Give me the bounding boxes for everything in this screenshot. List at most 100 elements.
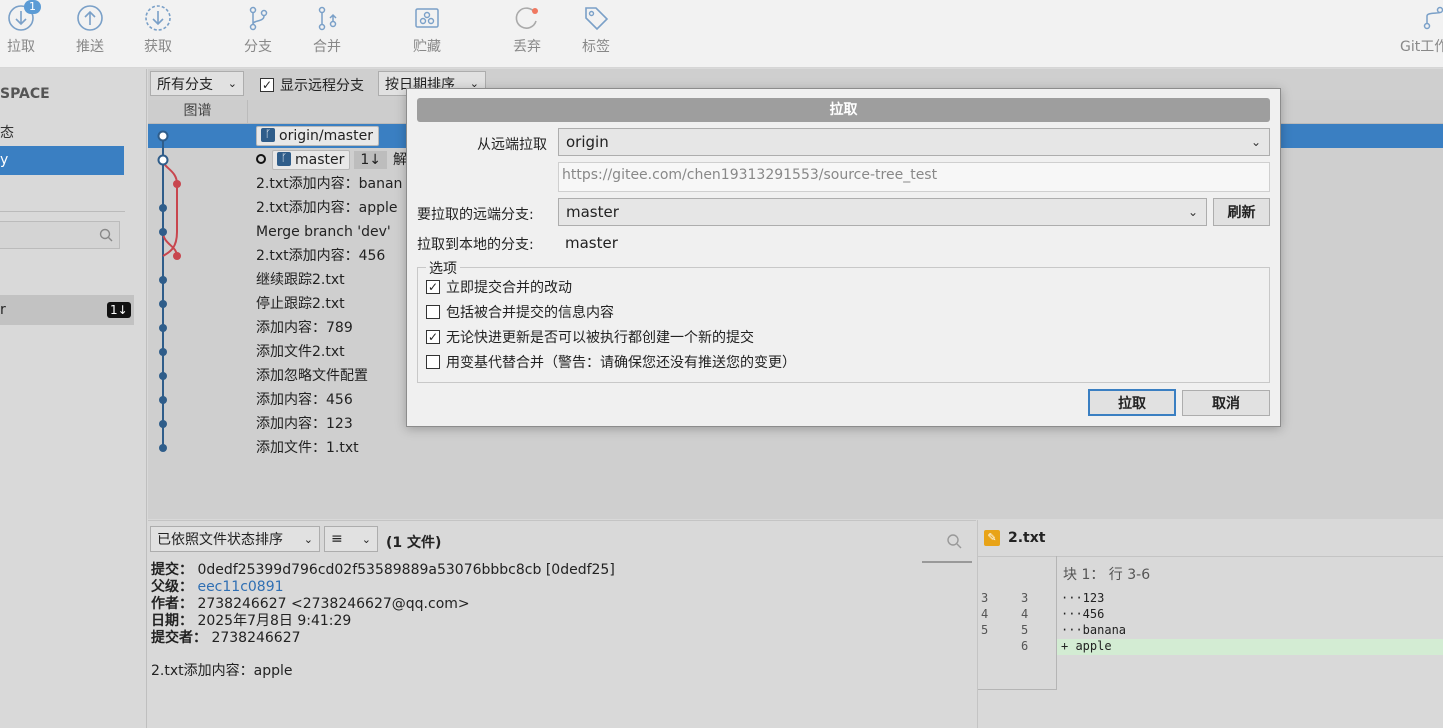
sidebar-item-selected[interactable]: y	[0, 146, 124, 175]
sidebar-item-status[interactable]: 态	[0, 122, 14, 142]
checkbox-unchecked-icon	[426, 355, 440, 369]
diff-line-text: ···456	[1061, 607, 1105, 621]
options-title: 选项	[426, 258, 460, 278]
date-label: 日期：	[151, 613, 193, 629]
commit-message: 继续跟踪2.txt	[256, 272, 345, 288]
parent-link[interactable]: eec11c0891	[197, 579, 283, 595]
stash-icon	[415, 8, 439, 28]
remote-select[interactable]: origin ⌄	[558, 128, 1270, 156]
graph-column-title: 图谱	[148, 100, 248, 123]
remote-behind-badge: 1↓	[107, 302, 131, 318]
diff-divider	[978, 556, 1443, 557]
diff-lines: 3 3 ···123 4 4 ···456 5 5 ···banana 6 + apple	[981, 590, 1281, 654]
pull-badge: 1	[24, 0, 41, 14]
old-line-number: 4	[981, 607, 989, 621]
remote-label: 从远端拉取	[477, 137, 547, 153]
ref-tag-origin-master: origin/master	[256, 126, 379, 146]
tag-icon	[585, 7, 609, 31]
option-no-fast-forward[interactable]: ✓ 无论快进更新是否可以被执行都创建一个新的提交	[426, 327, 754, 347]
remote-branch-value: master	[566, 203, 619, 221]
search-icon[interactable]	[946, 533, 962, 549]
tag-label: 标签	[582, 39, 610, 55]
push-button[interactable]: 推送	[70, 0, 110, 68]
option-include-messages[interactable]: 包括被合并提交的信息内容	[426, 302, 614, 322]
author-value: 2738246627 <2738246627@qq.com>	[197, 596, 470, 612]
old-line-number: 5	[981, 623, 989, 637]
chevron-down-icon: ⌄	[1250, 135, 1261, 149]
discard-icon	[515, 7, 538, 29]
sidebar-search-input[interactable]	[0, 221, 120, 249]
remote-url-field: https://gitee.com/chen19313291553/source…	[558, 162, 1270, 192]
gitflow-label: Git工作	[1400, 39, 1443, 55]
new-line-number: 6	[1021, 639, 1029, 653]
commit-message-full: 2.txt添加内容：apple	[151, 663, 293, 679]
list-icon: ≡	[331, 531, 343, 547]
new-line-number: 4	[1021, 607, 1029, 621]
commit-message: 添加忽略文件配置	[256, 368, 368, 384]
commit-message: 添加内容：456	[256, 392, 353, 408]
hunk-header: 块 1： 行 3-6	[1063, 567, 1151, 583]
merge-button[interactable]: 合并	[307, 0, 347, 68]
search-icon	[99, 228, 113, 242]
refresh-button[interactable]: 刷新	[1213, 198, 1270, 226]
gitflow-icon	[1423, 6, 1443, 30]
show-remote-checkbox[interactable]: ✓ 显示远程分支	[260, 75, 364, 95]
view-mode-select[interactable]: ≡ ⌄	[324, 526, 378, 552]
commit-message: 解	[393, 152, 408, 168]
options-group: 选项 ✓ 立即提交合并的改动 包括被合并提交的信息内容 ✓ 无论快进更新是否可以被执…	[417, 258, 1270, 383]
search-underline	[922, 561, 972, 563]
push-icon	[77, 5, 103, 31]
commit-message: 2.txt添加内容：456	[256, 248, 386, 264]
chevron-down-icon: ⌄	[227, 77, 237, 90]
file-sort-select[interactable]: 已依照文件状态排序 ⌄	[150, 526, 320, 552]
commit-details-panel: 已依照文件状态排序 ⌄ ≡ ⌄ (1 文件) 提交： 0dedf25399d79…	[148, 520, 976, 728]
discard-button[interactable]: 丢弃	[507, 0, 547, 68]
option-label: 无论快进更新是否可以被执行都创建一个新的提交	[446, 330, 754, 346]
pull-confirm-button[interactable]: 拉取	[1088, 389, 1176, 416]
commit-message: 添加文件2.txt	[256, 344, 345, 360]
chevron-down-icon: ⌄	[1187, 205, 1198, 219]
ahead-behind-badge: 1↓	[354, 151, 388, 169]
option-label: 包括被合并提交的信息内容	[446, 305, 614, 321]
commit-hash-label: 提交：	[151, 562, 193, 578]
pull-label: 拉取	[7, 39, 35, 55]
checkmark-icon: ✓	[260, 78, 274, 92]
stash-button[interactable]: 贮藏	[406, 0, 448, 68]
committer-value: 2738246627	[211, 630, 301, 646]
edit-file-icon: ✎	[984, 530, 1000, 546]
diff-file-name: 2.txt	[1008, 530, 1046, 546]
diff-gutter-bottom	[978, 689, 1057, 690]
stash-label: 贮藏	[413, 39, 441, 55]
head-marker-icon	[256, 154, 266, 164]
file-sort-value: 已依照文件状态排序	[157, 532, 283, 548]
checkbox-checked-icon: ✓	[426, 280, 440, 294]
sidebar-item-remote[interactable]: r 1↓	[0, 295, 134, 325]
merge-label: 合并	[313, 39, 341, 55]
new-line-number: 5	[1021, 623, 1029, 637]
dialog-title: 拉取	[417, 98, 1270, 122]
branch-filter-select[interactable]: 所有分支 ⌄	[150, 71, 244, 96]
cancel-button[interactable]: 取消	[1182, 390, 1270, 416]
sidebar-divider	[0, 211, 125, 212]
new-line-number: 3	[1021, 591, 1029, 605]
chevron-down-icon: ⌄	[303, 532, 313, 546]
commit-message: 添加内容：123	[256, 416, 353, 432]
fetch-button[interactable]: 获取	[138, 0, 178, 68]
branch-filter-value: 所有分支	[157, 76, 213, 93]
pull-button[interactable]: 1 拉取	[0, 0, 42, 68]
option-label: 用变基代替合并（警告：请确保您还没有推送您的变更）	[446, 355, 796, 371]
workspace-heading: SPACE	[0, 86, 50, 102]
commit-message: 停止跟踪2.txt	[256, 296, 345, 312]
checkbox-checked-icon: ✓	[426, 330, 440, 344]
tag-button[interactable]: 标签	[576, 0, 616, 68]
file-count: (1 文件)	[386, 535, 442, 551]
gitflow-button[interactable]: Git工作	[1400, 0, 1443, 68]
remote-branch-select[interactable]: master ⌄	[558, 198, 1207, 226]
commit-row[interactable]: 添加文件：1.txt	[148, 436, 1443, 460]
option-rebase[interactable]: 用变基代替合并（警告：请确保您还没有推送您的变更）	[426, 352, 796, 372]
branch-button[interactable]: 分支	[238, 0, 278, 68]
option-commit-merged[interactable]: ✓ 立即提交合并的改动	[426, 277, 572, 297]
local-branch-label: 拉取到本地的分支:	[417, 237, 534, 253]
fetch-icon	[145, 5, 171, 31]
sidebar-item-remote-label: r	[0, 302, 6, 318]
